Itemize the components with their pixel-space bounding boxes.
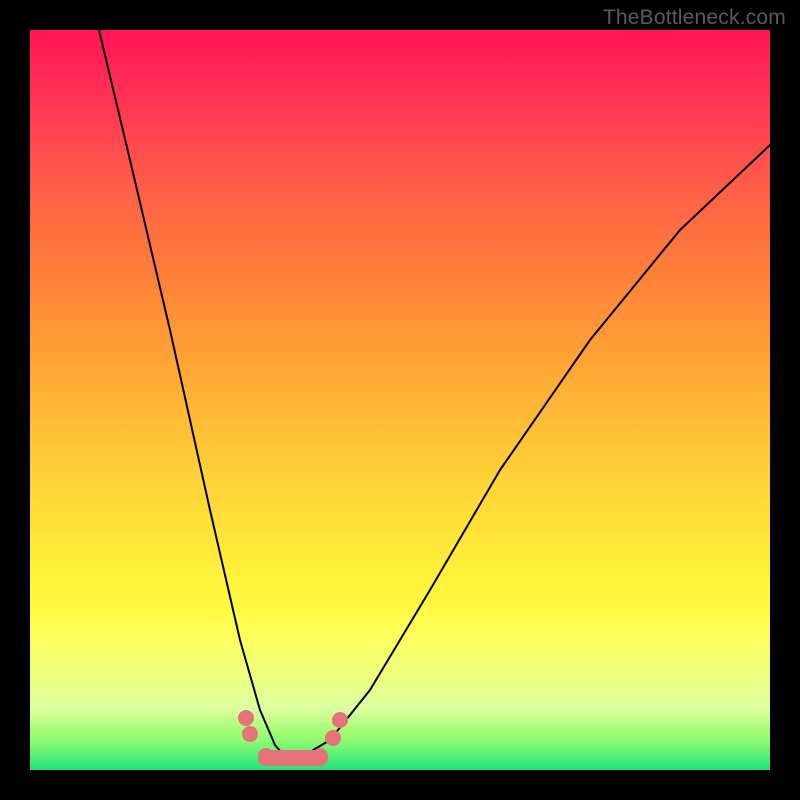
curve-layer [30,30,770,770]
bottleneck-curve [99,30,770,758]
plot-area [30,30,770,770]
watermark-text: TheBottleneck.com [603,6,786,30]
outer-frame: TheBottleneck.com [0,0,800,800]
